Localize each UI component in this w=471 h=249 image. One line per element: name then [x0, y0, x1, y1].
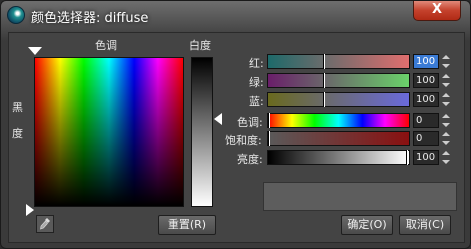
- red-slider-thumb[interactable]: [323, 54, 325, 69]
- eyedropper-icon: [40, 218, 50, 230]
- red-spinner[interactable]: [441, 54, 451, 69]
- whiteness-strip[interactable]: [191, 57, 213, 207]
- hue-marker[interactable]: [28, 47, 42, 55]
- blue-value-field[interactable]: 100: [413, 92, 439, 107]
- hue-value-field[interactable]: 0: [413, 113, 439, 128]
- window-title: 颜色选择器: diffuse: [31, 11, 149, 26]
- brightness-slider-thumb[interactable]: [406, 150, 408, 165]
- saturation-value-field[interactable]: 0: [413, 131, 439, 146]
- green-value-field[interactable]: 100: [413, 73, 439, 88]
- blue-spinner[interactable]: [441, 92, 451, 107]
- red-slider[interactable]: [267, 54, 410, 69]
- saturation-slider-thumb[interactable]: [268, 131, 270, 146]
- eyedropper-button[interactable]: [36, 215, 54, 233]
- green-label: 绿:: [249, 76, 264, 89]
- color-picker-window: 颜色选择器: diffuse X 色调 白度 黑 度 重置(R) 红: 100 …: [0, 0, 471, 249]
- blackness-title-1: 黑: [12, 101, 23, 114]
- hue-blackness-field[interactable]: [34, 57, 184, 207]
- ok-button[interactable]: 确定(O): [341, 215, 393, 235]
- hue-spinner[interactable]: [441, 113, 451, 128]
- blackness-marker[interactable]: [26, 204, 34, 216]
- saturation-spinner[interactable]: [441, 131, 451, 146]
- saturation-label: 饱和度:: [225, 134, 262, 147]
- brightness-label: 亮度:: [237, 153, 263, 166]
- app-icon: [7, 6, 25, 24]
- whiteness-title: 白度: [189, 39, 211, 52]
- close-button[interactable]: X: [413, 1, 461, 21]
- blue-slider[interactable]: [267, 92, 410, 107]
- title-bar: 颜色选择器: diffuse X: [1, 1, 470, 31]
- brightness-slider[interactable]: [267, 150, 410, 165]
- whiteness-marker[interactable]: [214, 113, 222, 125]
- brightness-spinner[interactable]: [441, 150, 451, 165]
- blue-label: 蓝:: [249, 95, 264, 108]
- hue-title: 色调: [95, 39, 117, 52]
- cancel-button[interactable]: 取消(C): [399, 215, 451, 235]
- saturation-slider[interactable]: [267, 131, 410, 146]
- hue-slider[interactable]: [267, 113, 410, 128]
- red-label: 红:: [249, 57, 264, 70]
- blue-slider-thumb[interactable]: [323, 92, 325, 107]
- brightness-value-field[interactable]: 100: [413, 150, 439, 165]
- red-value-field[interactable]: 100: [413, 54, 439, 69]
- green-slider[interactable]: [267, 73, 410, 88]
- green-slider-thumb[interactable]: [323, 73, 325, 88]
- green-spinner[interactable]: [441, 73, 451, 88]
- color-preview-swatch: [263, 182, 457, 211]
- blackness-title-2: 度: [12, 127, 23, 140]
- hue-slider-thumb[interactable]: [268, 113, 270, 128]
- reset-button[interactable]: 重置(R): [158, 215, 216, 235]
- hue-value-label: 色调:: [237, 116, 263, 129]
